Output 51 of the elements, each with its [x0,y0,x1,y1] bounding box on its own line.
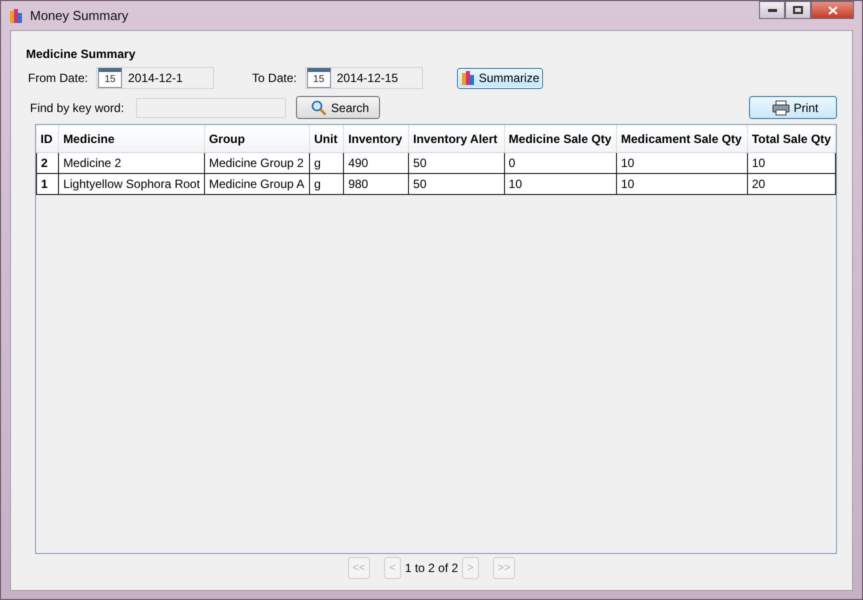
table-cell: 980 [344,174,409,194]
search-icon [311,100,328,116]
table-cell: 2 [36,152,59,174]
calendar-icon[interactable]: 15 [306,68,331,88]
table-cell: 0 [504,152,616,174]
search-button[interactable]: Search [296,96,380,119]
calendar-icon[interactable]: 15 [98,68,122,88]
table-cell: 50 [408,174,504,194]
field-label: From Date: [28,71,88,85]
field-label: To Date: [252,71,297,85]
date-field[interactable]: 15 2014-12-15 [304,67,423,89]
print-button[interactable]: Print [749,96,837,119]
column-header[interactable]: Medicament Sale Qty [616,125,748,152]
maximize-button[interactable] [785,1,811,19]
table-cell: Medicine 2 [58,152,204,174]
table-cell: 10 [616,174,748,194]
field-label: Find by key word: [30,100,124,114]
table-cell: 20 [747,174,836,194]
table-cell: Lightyellow Sophora Root [58,174,204,194]
section-title: Medicine Summary [26,47,136,61]
app-logo-icon [460,70,475,86]
maximize-icon [793,6,803,14]
page-status: 1 to 2 of 2 [404,561,458,575]
table-cell: Medicine Group A [204,174,310,194]
table-cell: 50 [408,152,504,174]
column-header[interactable]: Inventory [344,125,409,152]
table-cell: 10 [747,152,836,174]
summarize-button[interactable]: Summarize [456,68,544,88]
close-button[interactable] [811,1,854,19]
table-cell: 490 [344,152,409,174]
table-cell: 10 [504,174,616,194]
column-header[interactable]: Total Sale Qty [747,125,836,152]
table-cell: g [310,174,344,194]
date-field[interactable]: 15 2014-12-1 [96,67,214,89]
table-cell: 1 [36,174,59,194]
window-title: Money Summary [30,8,130,23]
minimize-icon [768,8,776,12]
column-header[interactable]: Medicine [58,125,204,152]
column-header[interactable]: Inventory Alert [408,125,504,152]
column-header[interactable]: Group [204,125,310,152]
table-cell: g [310,152,344,174]
keyword-field[interactable] [136,98,286,118]
column-header[interactable]: Unit [310,125,344,152]
table-cell: 10 [616,152,748,174]
column-header[interactable]: Medicine Sale Qty [504,125,616,152]
table-cell: Medicine Group 2 [204,152,310,174]
minimize-button[interactable] [759,1,785,19]
column-header[interactable]: ID [36,125,59,152]
app-logo-icon [9,8,23,24]
printer-icon [772,100,790,116]
close-icon [828,6,838,14]
